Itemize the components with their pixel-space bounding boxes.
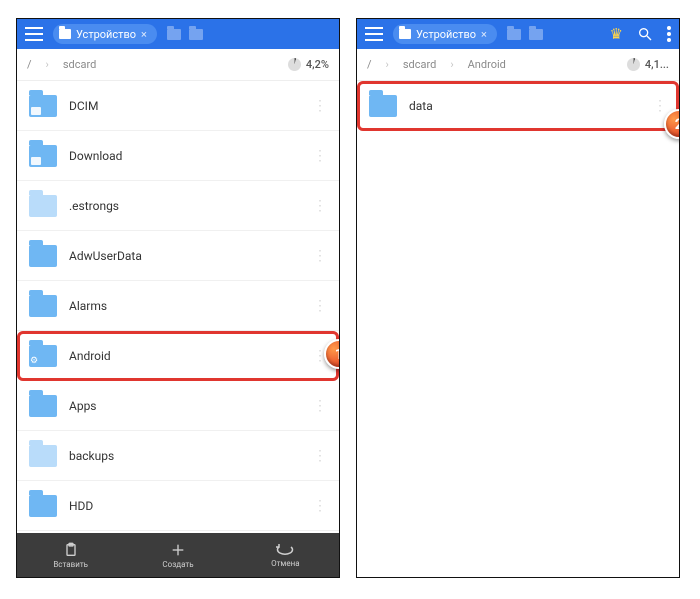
close-icon[interactable]: × [481, 28, 487, 41]
search-icon[interactable] [637, 26, 653, 42]
item-menu-icon[interactable]: ⋮ [313, 398, 327, 414]
folder-icon [29, 245, 57, 267]
storage-percent: 4,2% [306, 58, 329, 71]
device-icon [399, 29, 411, 39]
tab-device[interactable]: Устройство × [393, 24, 497, 44]
inactive-tabs [507, 29, 543, 40]
item-label: HDD [69, 499, 301, 513]
phone-left: Устройство × / › sdcard 4,2% DCIM ⋮ Down… [16, 18, 340, 578]
list-item[interactable]: Apps ⋮ [17, 381, 339, 431]
item-menu-icon[interactable]: ⋮ [313, 98, 327, 114]
folder-icon [29, 95, 57, 117]
menu-icon[interactable] [365, 27, 383, 41]
folder-icon [29, 395, 57, 417]
list-item[interactable]: Images ⋮ [17, 531, 339, 533]
item-label: Apps [69, 399, 301, 413]
folder-icon [29, 195, 57, 217]
breadcrumb: / › sdcard 4,2% [17, 49, 339, 81]
create-label: Создать [162, 560, 193, 569]
breadcrumb: / › sdcard › Android 4,1... [357, 49, 679, 81]
folder-icon: ⚙ [29, 345, 57, 367]
more-icon[interactable] [667, 26, 671, 42]
file-list: DCIM ⋮ Download ⋮ .estrongs ⋮ AdwUserDat… [17, 81, 339, 533]
folder-icon [29, 445, 57, 467]
folder-icon [29, 495, 57, 517]
menu-icon[interactable] [25, 27, 43, 41]
close-icon[interactable]: × [141, 28, 147, 41]
item-label: Android [69, 349, 301, 363]
file-list: data ⋮ 2 [357, 81, 679, 577]
storage-indicator[interactable]: 4,2% [288, 58, 329, 71]
pie-icon [288, 58, 301, 71]
item-menu-icon[interactable]: ⋮ [313, 198, 327, 214]
crumb-root[interactable]: / [367, 58, 372, 71]
tab-label: Устройство [416, 28, 476, 41]
gear-icon: ⚙ [30, 356, 38, 366]
pie-icon [627, 58, 640, 71]
item-label: AdwUserData [69, 249, 301, 263]
bottom-toolbar: Вставить Создать Отмена [17, 533, 339, 577]
crumb-sdcard[interactable]: sdcard [403, 58, 436, 71]
item-label: .estrongs [69, 199, 301, 213]
create-button[interactable]: Создать [124, 533, 231, 577]
crumb-root[interactable]: / [27, 58, 32, 71]
list-item-data[interactable]: data ⋮ [357, 81, 679, 131]
topbar: Устройство × [17, 19, 339, 49]
item-label: data [409, 99, 641, 113]
item-label: backups [69, 449, 301, 463]
folder-icon [29, 295, 57, 317]
crumb-sdcard[interactable]: sdcard [63, 58, 96, 71]
topbar: Устройство × ♛ [357, 19, 679, 49]
paste-button[interactable]: Вставить [17, 533, 124, 577]
list-item[interactable]: DCIM ⋮ [17, 81, 339, 131]
item-label: Alarms [69, 299, 301, 313]
list-item[interactable]: backups ⋮ [17, 431, 339, 481]
chevron-right-icon: › [46, 58, 49, 71]
list-item[interactable]: Download ⋮ [17, 131, 339, 181]
item-menu-icon[interactable]: ⋮ [313, 298, 327, 314]
crown-icon[interactable]: ♛ [610, 25, 623, 43]
list-item[interactable]: HDD ⋮ [17, 481, 339, 531]
item-menu-icon[interactable]: ⋮ [653, 98, 667, 114]
cancel-button[interactable]: Отмена [232, 533, 339, 577]
tab-label: Устройство [76, 28, 136, 41]
device-icon [59, 29, 71, 39]
item-label: Download [69, 149, 301, 163]
item-menu-icon[interactable]: ⋮ [313, 148, 327, 164]
inactive-tabs [167, 29, 203, 40]
list-item[interactable]: .estrongs ⋮ [17, 181, 339, 231]
cancel-label: Отмена [271, 559, 300, 568]
list-item[interactable]: AdwUserData ⋮ [17, 231, 339, 281]
paste-label: Вставить [53, 560, 88, 569]
list-item[interactable]: Alarms ⋮ [17, 281, 339, 331]
tab-device[interactable]: Устройство × [53, 24, 157, 44]
folder-icon [369, 95, 397, 117]
item-label: DCIM [69, 99, 301, 113]
folder-icon [29, 145, 57, 167]
phone-right: Устройство × ♛ / › sdcard › Android 4,1.… [356, 18, 680, 578]
crumb-android[interactable]: Android [468, 58, 506, 71]
item-menu-icon[interactable]: ⋮ [313, 248, 327, 264]
chevron-right-icon: › [386, 58, 389, 71]
storage-indicator[interactable]: 4,1... [627, 58, 669, 71]
item-menu-icon[interactable]: ⋮ [313, 498, 327, 514]
storage-percent: 4,1... [645, 58, 669, 71]
chevron-right-icon: › [450, 58, 453, 71]
item-menu-icon[interactable]: ⋮ [313, 448, 327, 464]
list-item-android[interactable]: ⚙ Android ⋮ [17, 331, 339, 381]
